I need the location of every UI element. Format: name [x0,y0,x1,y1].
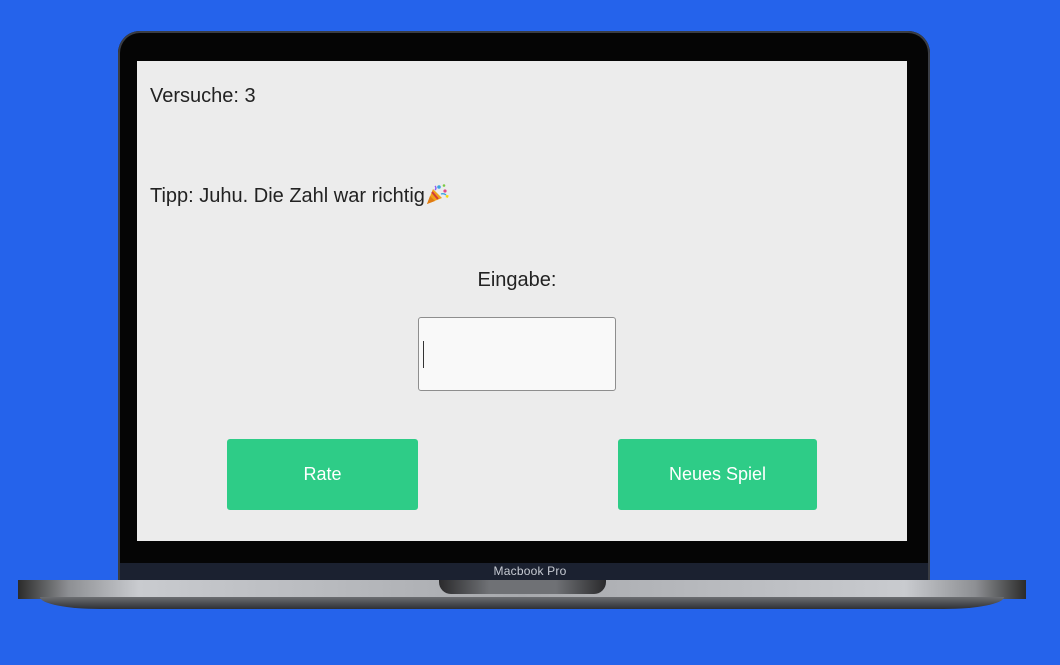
text-caret [423,341,424,368]
hint-text: Tipp: Juhu. Die Zahl war richtig [150,185,425,207]
laptop-base-shadow [40,597,1004,609]
attempts-counter: Versuche: 3 [150,85,256,107]
party-popper-icon [425,183,449,205]
guess-button[interactable]: Rate [227,439,418,510]
device-brand-label: Macbook Pro [493,564,567,578]
laptop-notch [439,580,606,594]
hint-message: Tipp: Juhu. Die Zahl war richtig [150,183,449,208]
guess-input[interactable] [418,317,616,391]
input-label: Eingabe: [477,269,557,291]
app-screen: Versuche: 3 Tipp: Juhu. Die Zahl war ric… [137,61,907,541]
new-game-button[interactable]: Neues Spiel [618,439,817,510]
stage: Macbook Pro Versuche: 3 Tipp: Juhu. Die … [0,0,1060,665]
